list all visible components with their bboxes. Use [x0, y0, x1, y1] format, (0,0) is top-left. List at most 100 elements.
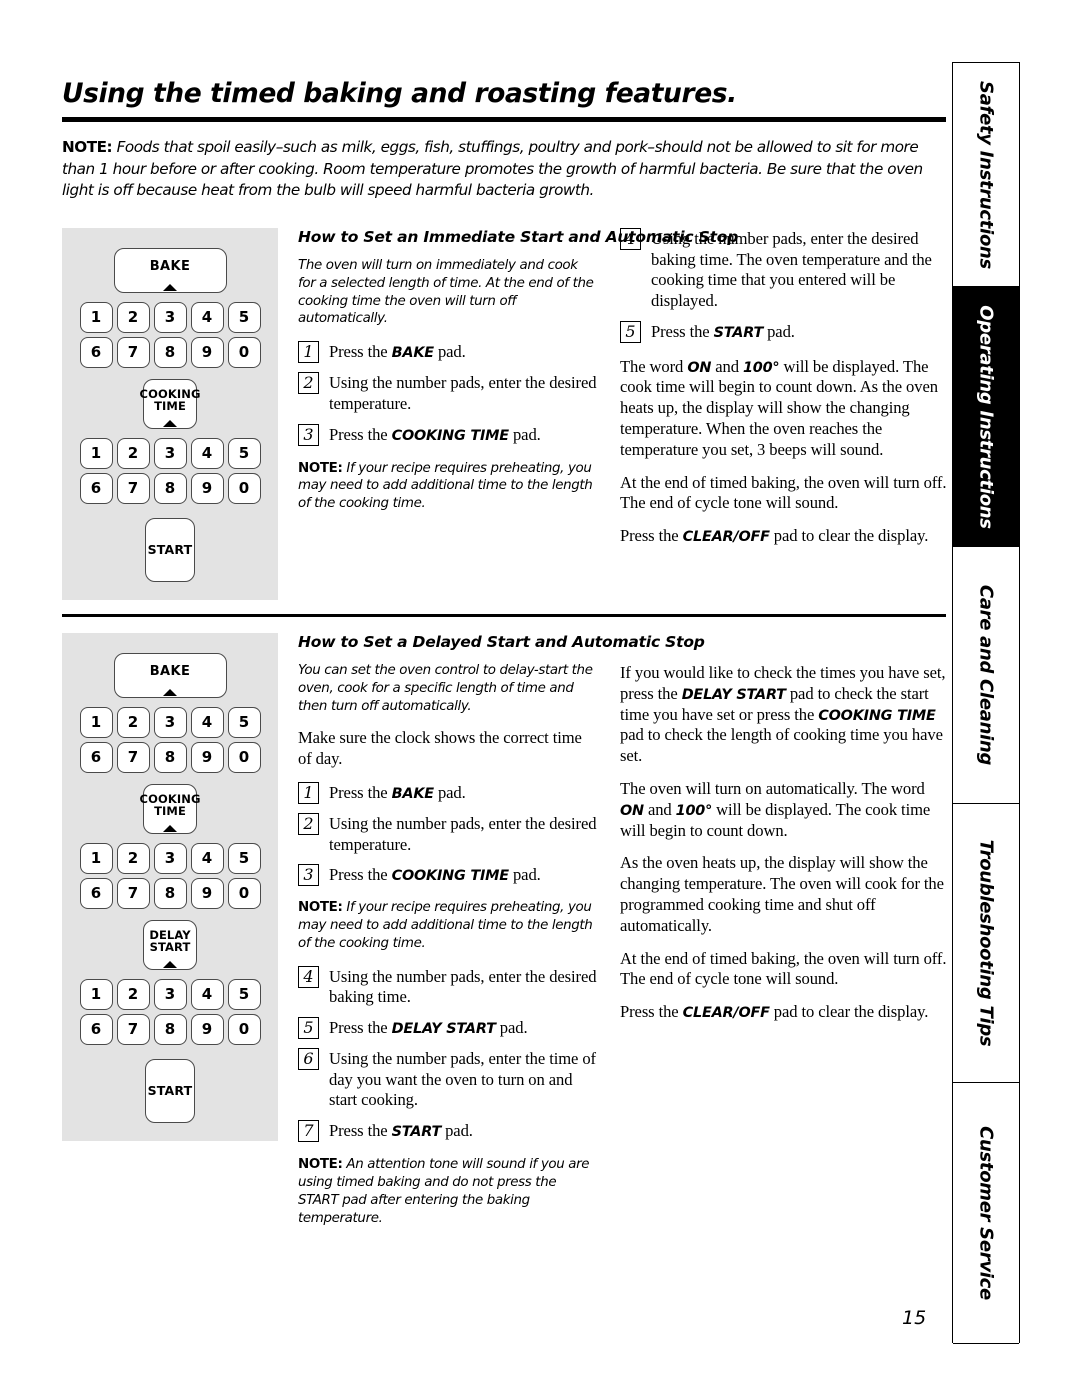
- up-arrow-icon: [163, 419, 177, 427]
- tab-care-and-cleaning[interactable]: Care and Cleaning: [953, 546, 1019, 804]
- number-key[interactable]: 2: [116, 706, 150, 738]
- number-key[interactable]: 4: [190, 842, 224, 874]
- section-2-right-column: If you would like to check the times you…: [620, 633, 950, 1241]
- step-item: 5 Press the START pad.: [620, 320, 950, 343]
- tab-troubleshooting-tips[interactable]: Troubleshooting Tips: [953, 802, 1019, 1084]
- number-key[interactable]: 0: [227, 472, 261, 504]
- number-key[interactable]: 5: [227, 437, 261, 469]
- number-key[interactable]: 7: [116, 741, 150, 773]
- number-key[interactable]: 8: [153, 472, 187, 504]
- start-key[interactable]: START: [145, 517, 195, 582]
- number-key[interactable]: 2: [116, 437, 150, 469]
- page-content: Using the timed baking and roasting feat…: [62, 78, 947, 1241]
- number-key[interactable]: 0: [227, 1013, 261, 1045]
- number-key[interactable]: 8: [153, 1013, 187, 1045]
- number-key[interactable]: 1: [79, 978, 113, 1010]
- number-key[interactable]: 3: [153, 978, 187, 1010]
- tab-operating-instructions[interactable]: Operating Instructions: [953, 285, 1019, 548]
- step-text: Press the DELAY START pad.: [329, 1018, 528, 1038]
- number-key[interactable]: 2: [116, 978, 150, 1010]
- number-row: 6 7 8 9 0: [79, 741, 261, 773]
- step-number: 2: [298, 372, 319, 395]
- number-key[interactable]: 2: [116, 301, 150, 333]
- number-key[interactable]: 7: [116, 1013, 150, 1045]
- section-1-right-column: 4 Using the number pads, enter the desir…: [620, 227, 950, 600]
- number-key[interactable]: 5: [227, 301, 261, 333]
- paragraph-clear-off: Press the CLEAR/OFF pad to clear the dis…: [620, 526, 929, 546]
- control-panel-diagram-2: BAKE 1 2 3 4 5 6 7 8 9 0 COOKING TIME 1 …: [62, 632, 278, 1141]
- number-key[interactable]: 6: [79, 741, 113, 773]
- step-item: 2 Using the number pads, enter the desir…: [298, 372, 598, 414]
- intro-note: NOTE: Foods that spoil easily–such as mi…: [62, 137, 946, 202]
- cooking-time-key-wrap-1: COOKING TIME: [140, 378, 200, 429]
- number-key[interactable]: 5: [227, 978, 261, 1010]
- tab-customer-service[interactable]: Customer Service: [953, 1082, 1019, 1344]
- section-note: NOTE: If your recipe requires preheating…: [298, 460, 598, 513]
- number-key[interactable]: 4: [190, 301, 224, 333]
- number-key[interactable]: 9: [190, 877, 224, 909]
- number-key[interactable]: 9: [190, 741, 224, 773]
- section-tab-rail: Safety Instructions Operating Instructio…: [952, 62, 1020, 1344]
- step-text: Using the number pads, enter the desired…: [329, 966, 597, 1007]
- number-key[interactable]: 4: [190, 706, 224, 738]
- note-text: If your recipe requires preheating, you …: [298, 900, 593, 951]
- number-key[interactable]: 1: [79, 842, 113, 874]
- paragraph-end-of-baking: At the end of timed baking, the oven wil…: [620, 472, 947, 513]
- note-label: NOTE:: [298, 460, 343, 476]
- number-key[interactable]: 8: [153, 877, 187, 909]
- number-key[interactable]: 5: [227, 842, 261, 874]
- delay-start-key-wrap: DELAY START: [143, 919, 197, 970]
- number-row: 1 2 3 4 5: [79, 842, 261, 874]
- number-key[interactable]: 0: [227, 741, 261, 773]
- up-arrow-icon: [163, 283, 177, 291]
- number-key[interactable]: 8: [153, 336, 187, 368]
- step-text: Using the number pads, enter the desired…: [651, 228, 932, 310]
- number-pad-2: 1 2 3 4 5 6 7 8 9 0: [79, 437, 261, 504]
- step-text: Press the COOKING TIME pad.: [329, 424, 541, 444]
- number-key[interactable]: 8: [153, 741, 187, 773]
- paragraph-end-of-baking: At the end of timed baking, the oven wil…: [620, 948, 947, 989]
- number-key[interactable]: 0: [227, 336, 261, 368]
- number-key[interactable]: 2: [116, 842, 150, 874]
- number-key[interactable]: 9: [190, 472, 224, 504]
- bake-key-wrap-2: BAKE: [113, 652, 227, 698]
- number-key[interactable]: 3: [153, 301, 187, 333]
- paragraph-on-display: The word ON and 100° will be displayed. …: [620, 356, 938, 459]
- number-key[interactable]: 7: [116, 472, 150, 504]
- number-key[interactable]: 3: [153, 706, 187, 738]
- number-key[interactable]: 9: [190, 1013, 224, 1045]
- up-arrow-icon: [163, 688, 177, 696]
- number-key[interactable]: 6: [79, 1013, 113, 1045]
- number-key[interactable]: 3: [153, 842, 187, 874]
- number-key[interactable]: 6: [79, 877, 113, 909]
- number-key[interactable]: 4: [190, 978, 224, 1010]
- paragraph-check-times: If you would like to check the times you…: [620, 662, 946, 766]
- number-key[interactable]: 1: [79, 706, 113, 738]
- cooking-time-key-wrap-2: COOKING TIME: [140, 783, 200, 834]
- number-key[interactable]: 7: [116, 877, 150, 909]
- paragraph-heats-up: As the oven heats up, the display will s…: [620, 853, 944, 935]
- number-key[interactable]: 7: [116, 336, 150, 368]
- number-key[interactable]: 0: [227, 877, 261, 909]
- number-key[interactable]: 1: [79, 301, 113, 333]
- number-key[interactable]: 6: [79, 472, 113, 504]
- step-item: 2 Using the number pads, enter the desir…: [298, 813, 598, 855]
- number-key[interactable]: 4: [190, 437, 224, 469]
- up-arrow-icon: [163, 824, 177, 832]
- number-key[interactable]: 5: [227, 706, 261, 738]
- number-key[interactable]: 1: [79, 437, 113, 469]
- section-intro: The oven will turn on immediately and co…: [298, 257, 594, 327]
- number-key[interactable]: 6: [79, 336, 113, 368]
- step-number: 4: [620, 227, 641, 250]
- number-key[interactable]: 3: [153, 437, 187, 469]
- number-row: 6 7 8 9 0: [79, 1013, 261, 1045]
- number-row: 1 2 3 4 5: [79, 706, 261, 738]
- number-row: 1 2 3 4 5: [79, 978, 261, 1010]
- tab-safety-instructions[interactable]: Safety Instructions: [953, 62, 1019, 287]
- step-item: 7 Press the START pad.: [298, 1120, 598, 1143]
- control-panel-2-wrap: BAKE 1 2 3 4 5 6 7 8 9 0 COOKING TIME 1 …: [62, 632, 278, 1241]
- number-key[interactable]: 9: [190, 336, 224, 368]
- start-key[interactable]: START: [145, 1058, 195, 1123]
- bake-key-wrap-1: BAKE: [113, 247, 227, 293]
- control-panel-diagram-1: BAKE 1 2 3 4 5 6 7 8 9 0 COOKING TIME 1 …: [62, 227, 278, 600]
